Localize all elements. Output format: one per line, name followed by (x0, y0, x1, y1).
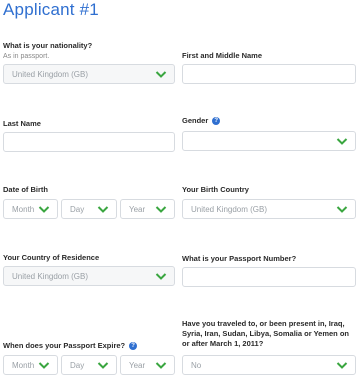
birth-country-value: United Kingdom (GB) (191, 205, 268, 214)
birth-country-label: Your Birth Country (182, 185, 249, 194)
chevron-down-icon (38, 361, 50, 370)
first-middle-name-label: First and Middle Name (182, 51, 263, 60)
chevron-down-icon (336, 361, 348, 370)
passport-number-input[interactable] (182, 267, 356, 287)
dob-day-select[interactable]: Day (61, 199, 117, 219)
applicant-title: Applicant #1 (3, 0, 99, 19)
nationality-hint: As in passport. (3, 53, 50, 60)
chevron-down-icon (38, 205, 50, 214)
passport-expire-label-text: When does your Passport Expire? (3, 341, 126, 350)
travel-history-select[interactable]: No (182, 355, 356, 375)
travel-history-label: Have you traveled to, or been present in… (182, 319, 349, 348)
gender-label: Gender? (182, 116, 221, 126)
gender-label-text: Gender (182, 116, 209, 125)
chevron-down-icon (155, 361, 167, 370)
birth-country-select[interactable]: United Kingdom (GB) (182, 199, 356, 219)
country-of-residence-label: Your Country of Residence (3, 253, 100, 262)
chevron-down-icon (336, 205, 348, 214)
nationality-value: United Kingdom (GB) (12, 70, 89, 79)
chevron-down-icon (155, 205, 167, 214)
dob-month-select[interactable]: Month (3, 199, 58, 219)
country-of-residence-value: United Kingdom (GB) (12, 272, 89, 281)
travel-history-value: No (191, 361, 202, 370)
last-name-input[interactable] (3, 132, 175, 152)
help-icon[interactable]: ? (212, 117, 221, 125)
help-icon[interactable]: ? (129, 342, 138, 350)
expire-year-select[interactable]: Year (120, 355, 175, 375)
expire-day-select[interactable]: Day (61, 355, 117, 375)
chevron-down-icon (155, 272, 167, 281)
nationality-select[interactable]: United Kingdom (GB) (3, 64, 175, 84)
expire-month-select[interactable]: Month (3, 355, 58, 375)
chevron-down-icon (97, 361, 109, 370)
country-of-residence-select[interactable]: United Kingdom (GB) (3, 266, 175, 286)
last-name-label: Last Name (3, 119, 41, 128)
dob-year-select[interactable]: Year (120, 199, 175, 219)
passport-number-label: What is your Passport Number? (182, 254, 297, 263)
chevron-down-icon (155, 70, 167, 79)
first-middle-name-input[interactable] (182, 64, 356, 84)
passport-expire-label: When does your Passport Expire?? (3, 341, 138, 351)
date-of-birth-label: Date of Birth (3, 185, 48, 194)
nationality-label: What is your nationality? (3, 41, 93, 50)
chevron-down-icon (336, 137, 348, 146)
chevron-down-icon (97, 205, 109, 214)
gender-select[interactable] (182, 131, 356, 151)
